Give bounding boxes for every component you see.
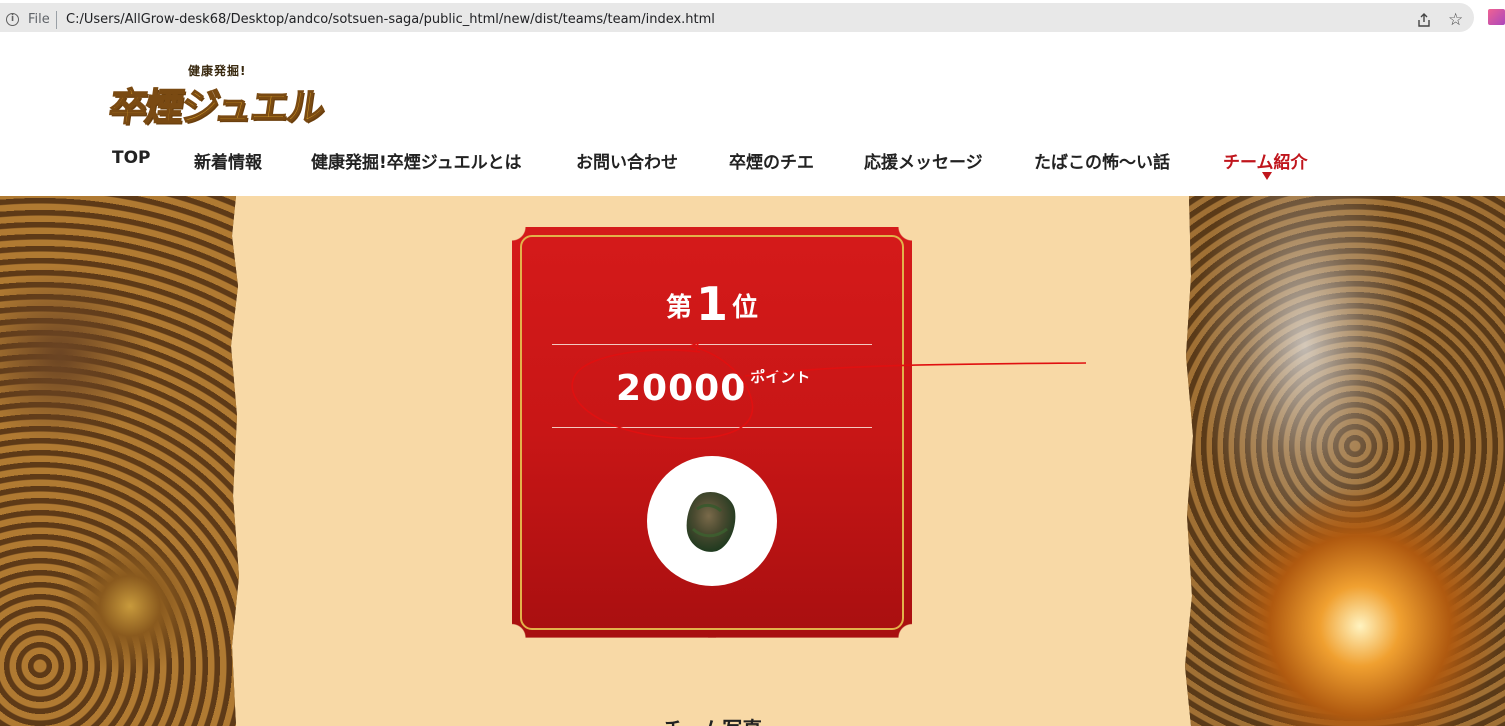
site-logo[interactable]: 健康発掘! 卒煙ジュエル	[106, 62, 335, 130]
divider-top	[552, 344, 872, 345]
divider	[56, 11, 57, 29]
points-unit: ポイント	[750, 368, 811, 386]
scheme-label: File	[28, 12, 50, 27]
rank-label: 第1 位	[512, 277, 912, 331]
nav-item-messages[interactable]: 応援メッセージ	[864, 148, 983, 173]
nav-item-scary-story[interactable]: たばこの怖〜い話	[1034, 148, 1170, 173]
active-indicator-icon	[1262, 172, 1272, 180]
stone-icon	[686, 491, 736, 552]
divider-bottom	[552, 427, 872, 428]
star-icon[interactable]: ☆	[1448, 10, 1463, 30]
nav-item-contact[interactable]: お問い合わせ	[576, 148, 678, 173]
treasure-chest-image	[0, 196, 239, 726]
extension-icon[interactable]	[1488, 9, 1505, 25]
info-icon[interactable]: i	[6, 13, 19, 26]
main-content: 第1 位 20000 ポイント	[0, 196, 1505, 726]
omnibox[interactable]: i File C:/Users/AllGrow-desk68/Desktop/a…	[0, 3, 1474, 32]
rank-prefix: 第	[665, 293, 692, 323]
site-header: 健康発掘! 卒煙ジュエル TOP 新着情報 健康発掘!卒煙ジュエルとは お問い合…	[0, 35, 1505, 196]
url-text[interactable]: C:/Users/AllGrow-desk68/Desktop/andco/so…	[66, 12, 715, 27]
nav-item-teams[interactable]: チーム紹介	[1223, 148, 1308, 173]
points-display: 20000 ポイント	[616, 366, 810, 409]
browser-address-bar: i File C:/Users/AllGrow-desk68/Desktop/a…	[0, 0, 1505, 35]
section-title-team-photo: チーム写真	[0, 713, 1425, 726]
rank-number: 1	[695, 277, 728, 331]
logo-title: 卒煙ジュエル	[106, 84, 327, 130]
rank-suffix: 位	[732, 293, 759, 323]
nav-item-news[interactable]: 新着情報	[194, 148, 262, 173]
ranking-card: 第1 位 20000 ポイント	[512, 227, 912, 638]
team-avatar	[647, 456, 777, 586]
points-value: 20000	[616, 368, 747, 409]
nav-item-about[interactable]: 健康発掘!卒煙ジュエルとは	[311, 148, 522, 173]
nav-item-tips[interactable]: 卒煙のチエ	[729, 148, 814, 173]
nav-item-top[interactable]: TOP	[112, 148, 151, 168]
treasure-coins-image	[1185, 196, 1505, 726]
share-icon[interactable]	[1416, 12, 1432, 28]
